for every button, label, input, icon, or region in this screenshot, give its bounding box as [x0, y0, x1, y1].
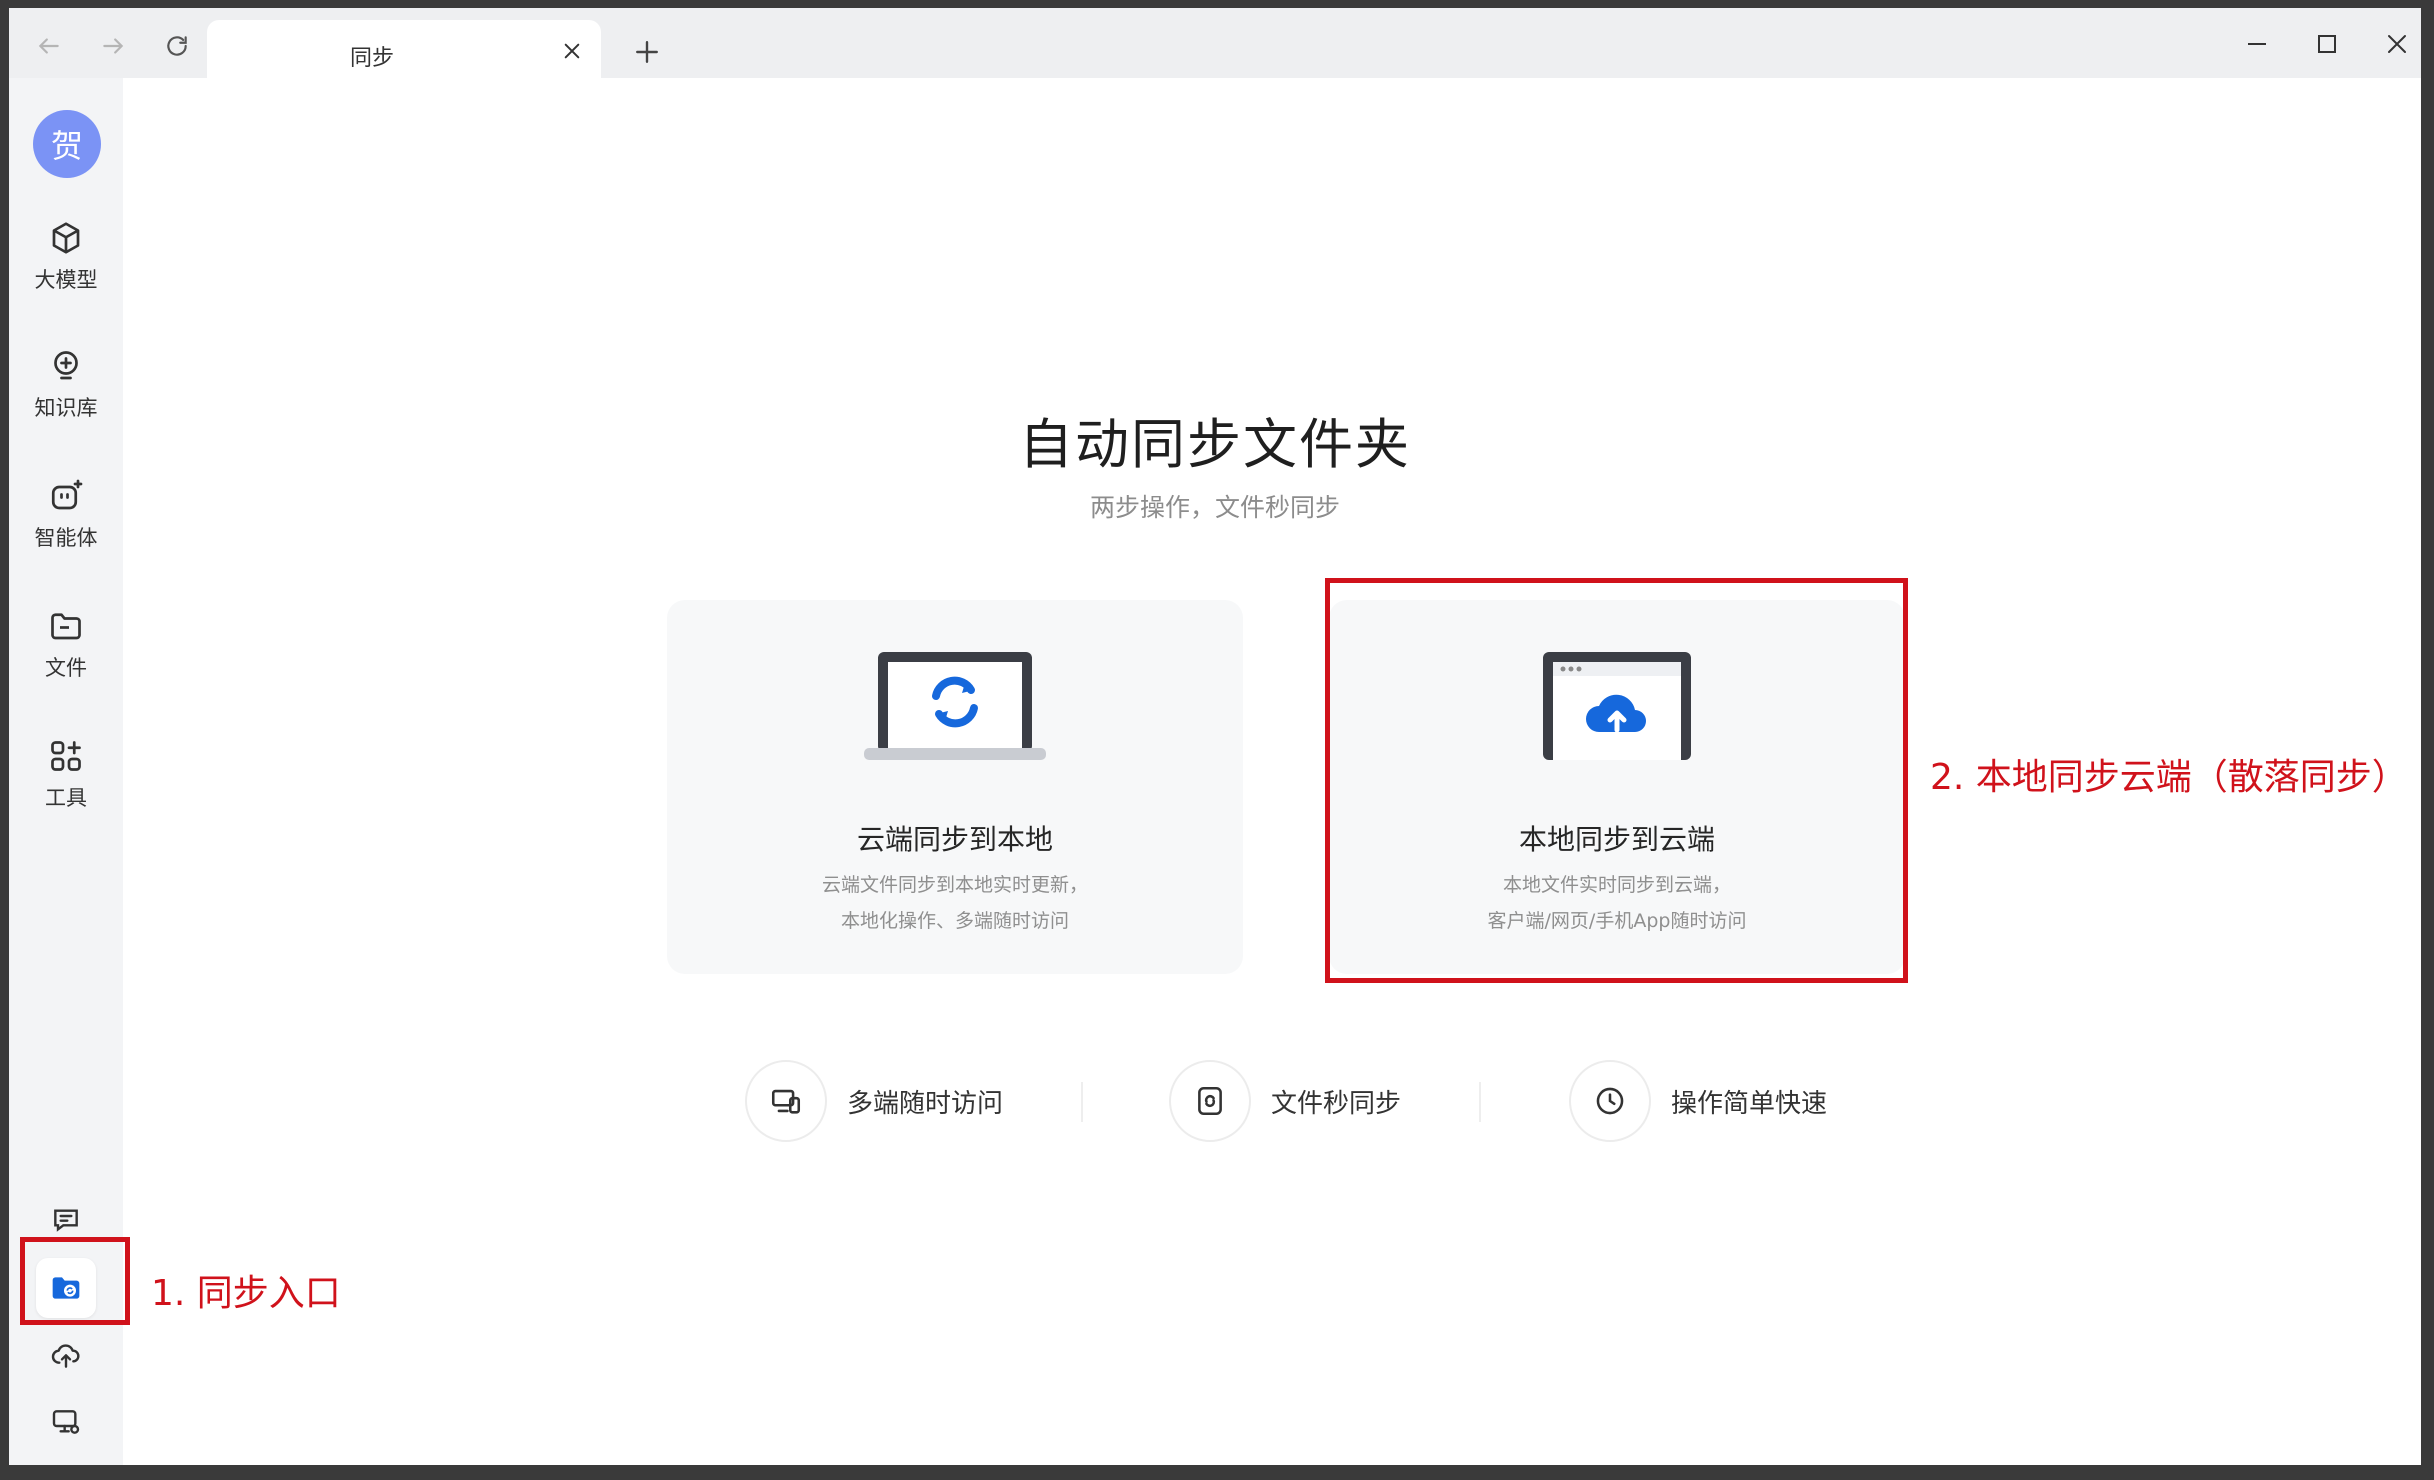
annotation-box-local-to-cloud — [1325, 578, 1908, 983]
forward-button[interactable] — [91, 24, 135, 68]
message-icon — [54, 1209, 78, 1232]
close-icon — [2388, 35, 2406, 53]
sidebar-item-tools[interactable]: 工具 — [9, 736, 123, 832]
sidebar-item-models[interactable]: 大模型 — [9, 218, 123, 314]
page-subtitle: 两步操作，文件秒同步 — [1089, 493, 1340, 522]
lightbulb-icon — [46, 346, 86, 386]
feature-label: 操作简单快速 — [1671, 1088, 1828, 1119]
maximize-button[interactable] — [2303, 24, 2351, 64]
monitor-settings-icon — [52, 1410, 80, 1434]
sidebar-item-label: 工具 — [45, 786, 87, 810]
tab-title: 同步 — [349, 46, 394, 71]
avatar[interactable]: 贺 — [33, 110, 101, 178]
sidebar-item-label: 文件 — [45, 656, 87, 680]
folder-icon — [46, 606, 86, 646]
arrow-right-icon — [103, 38, 124, 54]
feature-simple-fast: 操作简单快速 — [1569, 1060, 1827, 1142]
plus-icon — [636, 41, 658, 63]
close-icon — [564, 43, 580, 59]
close-window-button[interactable] — [2373, 24, 2421, 64]
tab-sync[interactable]: 同步 — [207, 20, 601, 82]
page-title: 自动同步文件夹 — [1019, 413, 1411, 476]
feature-instant-sync: 文件秒同步 — [1169, 1060, 1401, 1142]
apps-icon — [46, 736, 86, 776]
title-bar: 同步 — [9, 8, 2421, 82]
feature-label: 多端随时访问 — [847, 1088, 1004, 1119]
card-title: 云端同步到本地 — [856, 823, 1053, 856]
cube-icon — [46, 218, 86, 258]
app-window: 同步 贺 大模型 知识库 智能体 文件 工具 自动同步文件夹 两步操作，文件秒同… — [9, 8, 2421, 1465]
reload-button[interactable] — [155, 24, 199, 68]
cloud-upload-icon — [51, 1344, 80, 1368]
sidebar-item-label: 智能体 — [34, 526, 98, 550]
refresh-icon — [167, 36, 187, 56]
annotation-step2: 2. 本地同步云端（散落同步） — [1930, 757, 2408, 798]
card-description: 云端文件同步到本地实时更新， — [821, 874, 1088, 896]
clock-icon — [1569, 1060, 1651, 1142]
sidebar-device-button[interactable] — [36, 1392, 96, 1452]
sidebar-item-files[interactable]: 文件 — [9, 606, 123, 702]
feature-label: 文件秒同步 — [1271, 1088, 1402, 1119]
tab-close-button[interactable] — [555, 34, 589, 68]
laptop-sync-icon — [667, 650, 1243, 762]
arrow-left-icon — [38, 38, 59, 54]
feature-divider — [1479, 1082, 1481, 1122]
annotation-step1: 1. 同步入口 — [151, 1273, 341, 1314]
minimize-icon — [2248, 43, 2266, 45]
new-tab-button[interactable] — [625, 30, 669, 74]
sidebar-upload-button[interactable] — [36, 1326, 96, 1386]
minimize-button[interactable] — [2233, 24, 2281, 64]
maximize-icon — [2318, 35, 2336, 53]
annotation-box-sync-entry — [20, 1237, 130, 1325]
card-cloud-to-local[interactable]: 云端同步到本地 云端文件同步到本地实时更新， 本地化操作、多端随时访问 — [667, 600, 1243, 974]
back-button[interactable] — [27, 24, 71, 68]
feature-divider — [1081, 1082, 1083, 1122]
devices-icon — [745, 1060, 827, 1142]
card-description: 本地化操作、多端随时访问 — [840, 910, 1069, 932]
feature-multi-device: 多端随时访问 — [745, 1060, 1003, 1142]
sync-file-icon — [1169, 1060, 1251, 1142]
sidebar-item-label: 大模型 — [34, 268, 98, 292]
